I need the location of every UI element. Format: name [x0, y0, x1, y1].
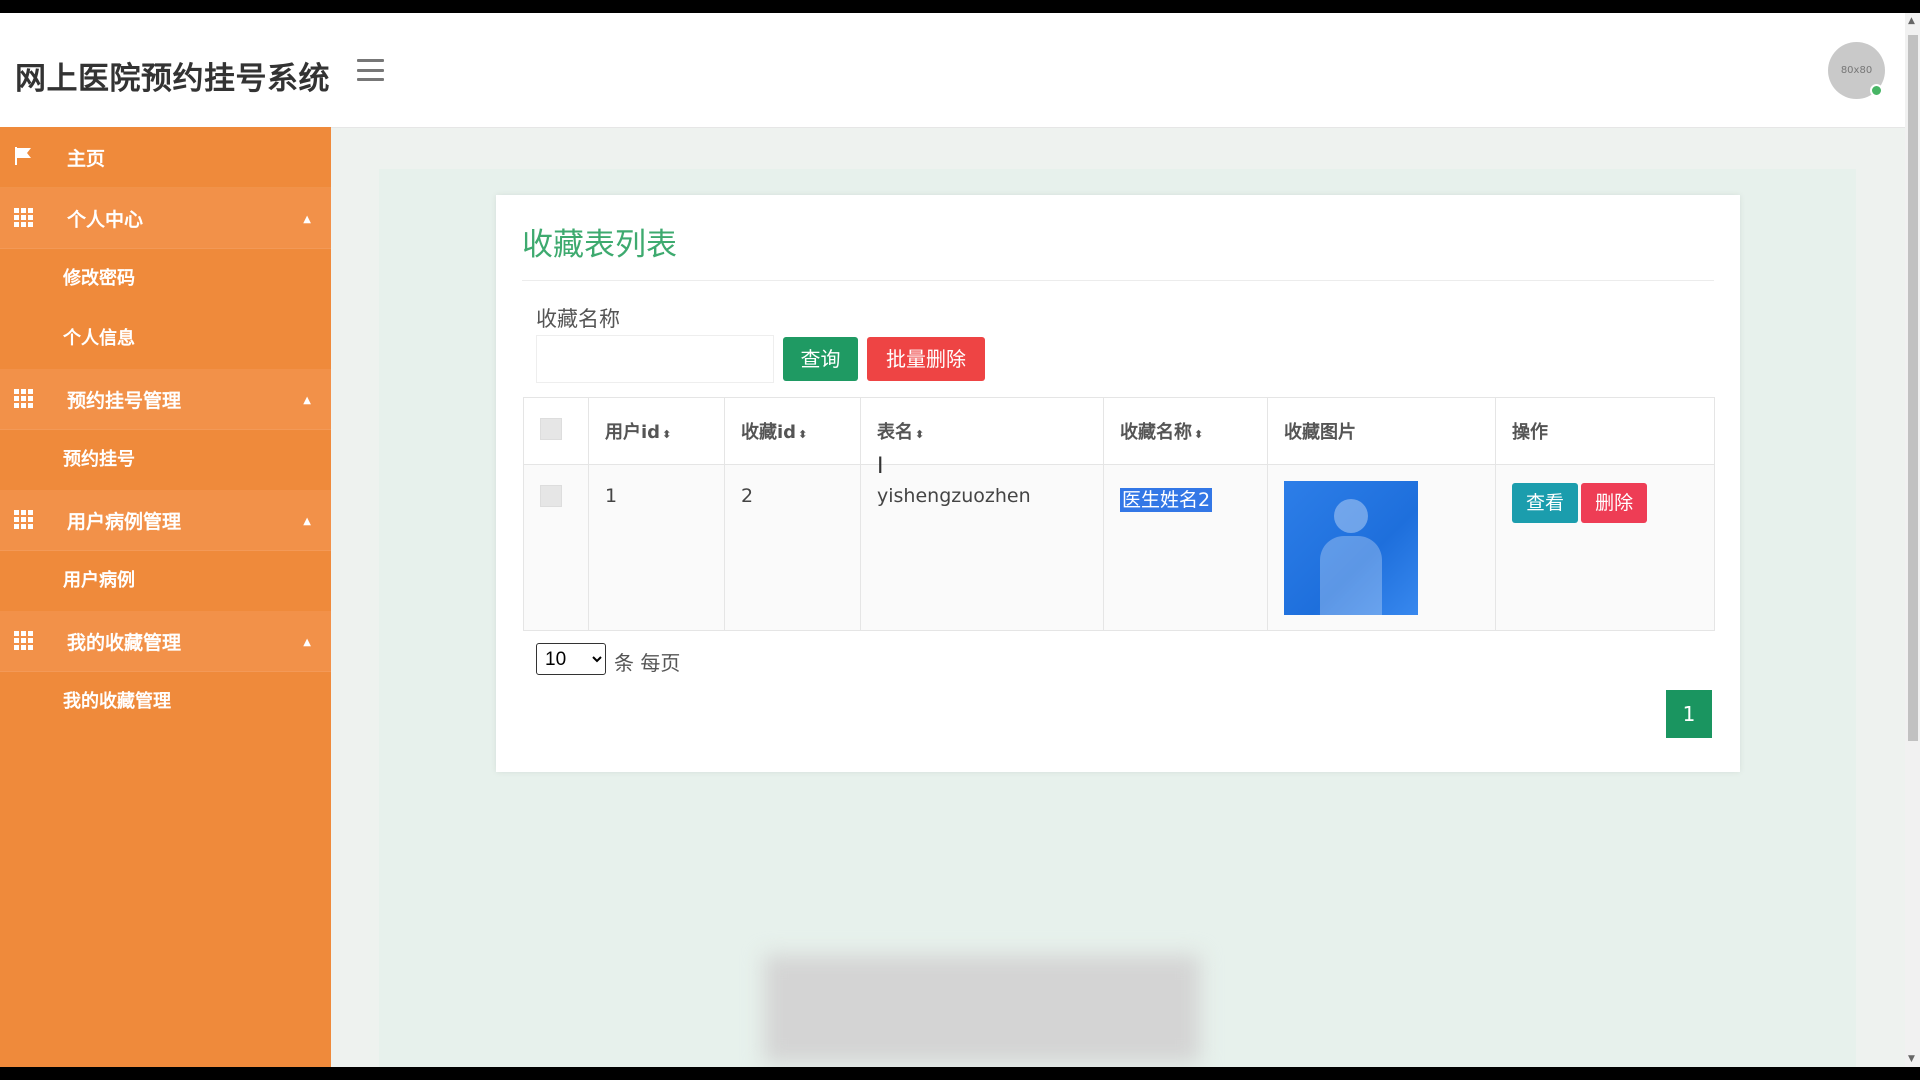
page-size-select[interactable]: 10	[536, 643, 606, 675]
sidebar-group-label: 预约挂号管理	[67, 389, 182, 412]
sidebar-item-appointment[interactable]: 预约挂号	[0, 430, 331, 490]
sidebar-group-favorites[interactable]: 我的收藏管理 ▲	[0, 611, 331, 672]
cell-fav-name: 医生姓名2	[1103, 464, 1268, 631]
sidebar-group-label: 用户病例管理	[67, 510, 182, 533]
cell-actions: 查看 删除	[1495, 464, 1715, 631]
caret-up-icon: ▲	[303, 516, 311, 527]
sidebar-item-personal-info[interactable]: 个人信息	[0, 309, 331, 369]
list-card: 收藏表列表 收藏名称 查询 批量删除 用户id ⬍ 收藏id ⬍ 表名 ⬍ 收藏名称 ⬍…	[496, 195, 1740, 772]
title-divider	[522, 280, 1714, 281]
fav-name-text: 医生姓名2	[1120, 488, 1213, 512]
scroll-up-icon[interactable]: ▲	[1908, 16, 1915, 26]
grid-icon	[14, 510, 34, 529]
avatar[interactable]: 80x80	[1828, 42, 1885, 99]
sidebar-item-home[interactable]: 主页	[0, 127, 331, 188]
sidebar-item-medical-records[interactable]: 用户病例	[0, 551, 331, 611]
query-button[interactable]: 查询	[783, 337, 858, 381]
batch-delete-button[interactable]: 批量删除	[867, 337, 985, 381]
scroll-down-icon[interactable]: ▼	[1908, 1054, 1915, 1064]
column-header-fav-id[interactable]: 收藏id ⬍	[724, 397, 861, 465]
row-select-cell	[523, 464, 589, 631]
page-title: 收藏表列表	[522, 227, 677, 263]
cell-fav-id: 2	[724, 464, 861, 631]
cell-fav-image	[1267, 464, 1496, 631]
sidebar-group-medical-records[interactable]: 用户病例管理 ▲	[0, 490, 331, 551]
hamburger-menu-icon[interactable]	[357, 59, 384, 81]
top-header: 网上医院预约挂号系统 80x80	[0, 13, 1905, 128]
grid-icon	[14, 208, 34, 227]
sidebar-group-personal-center[interactable]: 个人中心 ▲	[0, 188, 331, 249]
grid-icon	[14, 389, 34, 408]
sidebar-item-change-password[interactable]: 修改密码	[0, 249, 331, 309]
avatar-placeholder-text: 80x80	[1840, 65, 1873, 76]
flag-icon	[15, 147, 31, 165]
sidebar-item-favorites[interactable]: 我的收藏管理	[0, 672, 331, 732]
sidebar: 主页 个人中心 ▲ 修改密码 个人信息 预约挂号管理 ▲ 预约挂号 用户病例管理…	[0, 127, 331, 1067]
online-status-icon	[1870, 84, 1883, 97]
sort-icon[interactable]: ⬍	[662, 428, 671, 441]
doctor-thumbnail[interactable]	[1284, 481, 1418, 615]
select-all-checkbox[interactable]	[540, 417, 562, 440]
caret-up-icon: ▲	[303, 395, 311, 406]
blurred-overlay	[764, 955, 1200, 1063]
sidebar-item-label: 主页	[67, 147, 106, 170]
column-header-table-name[interactable]: 表名 ⬍	[860, 397, 1104, 465]
search-label: 收藏名称	[536, 307, 620, 331]
row-checkbox[interactable]	[540, 485, 562, 507]
sort-icon[interactable]: ⬍	[798, 428, 807, 441]
table-header-row: 用户id ⬍ 收藏id ⬍ 表名 ⬍ 收藏名称 ⬍ 收藏图片 操作	[523, 397, 1715, 465]
pagination-page-1[interactable]: 1	[1666, 690, 1712, 738]
grid-icon	[14, 631, 34, 650]
column-header-fav-image: 收藏图片	[1267, 397, 1496, 465]
scrollbar-thumb[interactable]	[1908, 35, 1918, 741]
app-screen: 网上医院预约挂号系统 80x80 主页 个人中心 ▲ 修改密码 个人信息 预约挂…	[0, 13, 1920, 1067]
favorites-table: 用户id ⬍ 收藏id ⬍ 表名 ⬍ 收藏名称 ⬍ 收藏图片 操作 1 2 yishen…	[523, 397, 1715, 631]
page-size-label: 条 每页	[614, 651, 681, 675]
column-header-fav-name[interactable]: 收藏名称 ⬍	[1103, 397, 1268, 465]
sort-icon[interactable]: ⬍	[1194, 428, 1203, 441]
select-all-cell	[523, 397, 589, 465]
delete-button[interactable]: 删除	[1581, 483, 1648, 523]
column-header-actions: 操作	[1495, 397, 1715, 465]
sidebar-group-label: 个人中心	[67, 208, 144, 231]
sidebar-group-appointment[interactable]: 预约挂号管理 ▲	[0, 369, 331, 430]
caret-up-icon: ▲	[303, 637, 311, 648]
table-row: 1 2 yishengzuozhen 医生姓名2 查看 删除	[523, 464, 1715, 631]
text-cursor-icon: I	[877, 456, 884, 478]
sort-icon[interactable]: ⬍	[915, 428, 924, 441]
sidebar-group-label: 我的收藏管理	[67, 631, 182, 654]
app-title: 网上医院预约挂号系统	[15, 61, 330, 97]
page-scrollbar[interactable]: ▲ ▼	[1905, 13, 1920, 1067]
view-button[interactable]: 查看	[1512, 483, 1579, 523]
caret-up-icon: ▲	[303, 214, 311, 225]
cell-table-name: yishengzuozhen	[860, 464, 1104, 631]
cell-user-id: 1	[588, 464, 725, 631]
search-input[interactable]	[536, 335, 774, 383]
column-header-user-id[interactable]: 用户id ⬍	[588, 397, 725, 465]
